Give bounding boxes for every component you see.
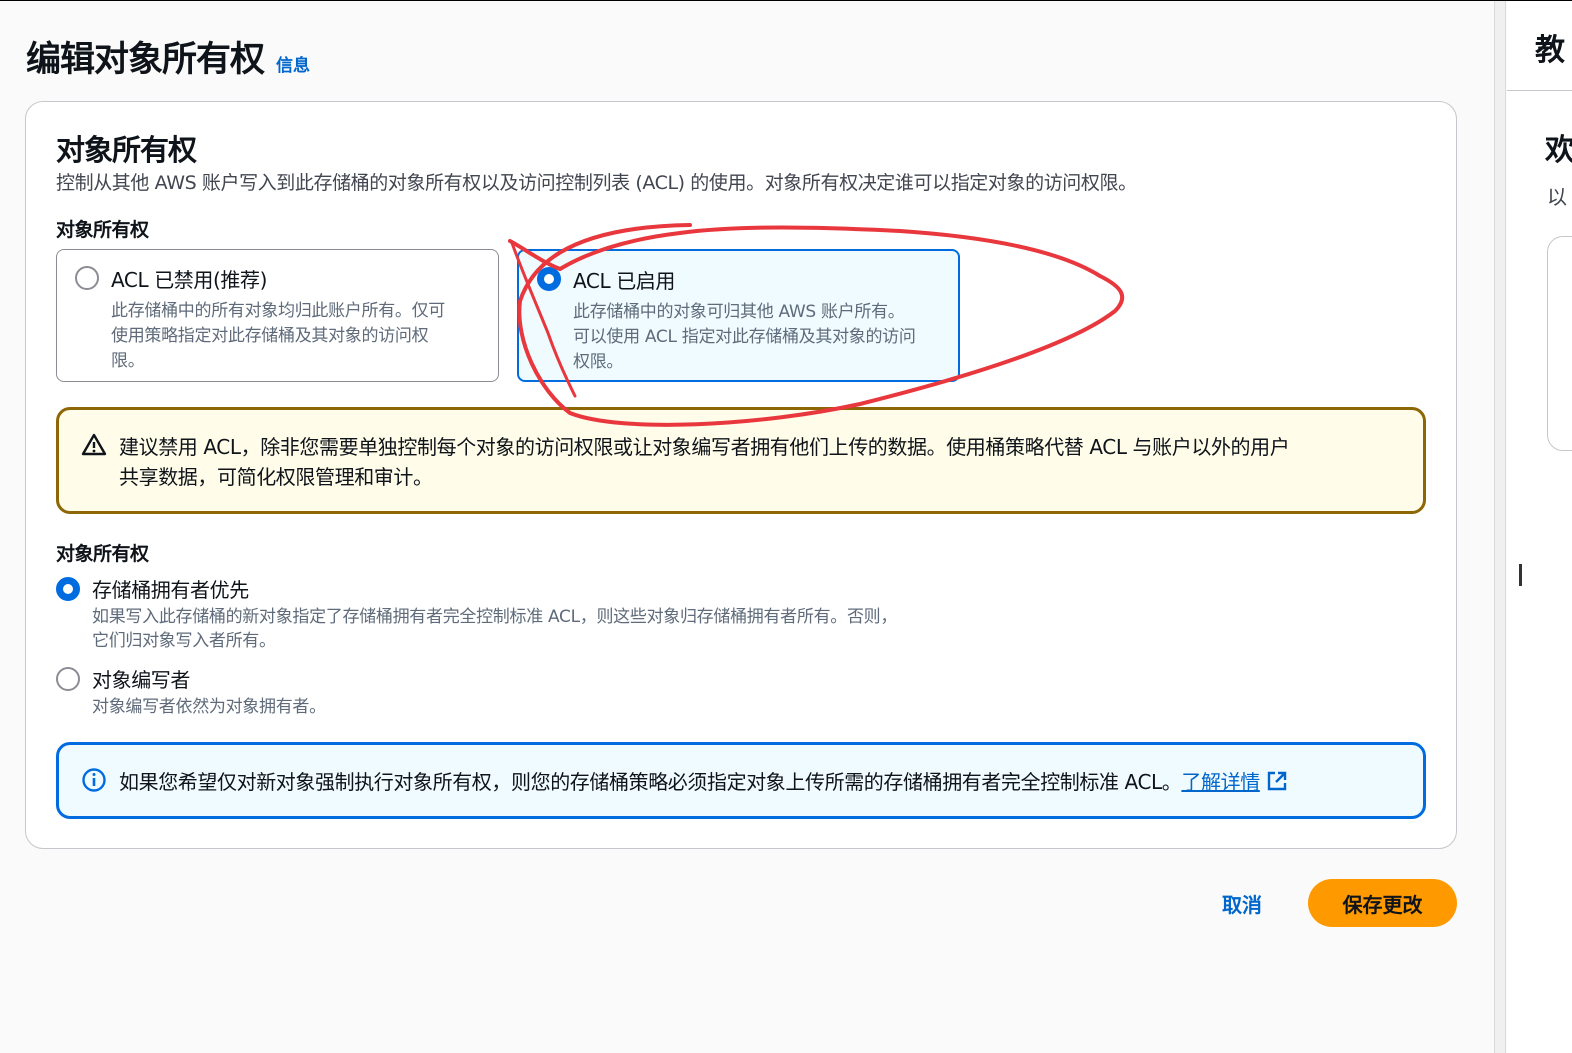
text-cursor-icon — [1519, 564, 1522, 586]
radio-object-writer[interactable] — [56, 667, 80, 691]
option-desc-line: 如果写入此存储桶的新对象指定了存储桶拥有者完全控制标准 ACL，则这些对象归存储… — [92, 607, 898, 627]
option-description: 如果写入此存储桶的新对象指定了存储桶拥有者完全控制标准 ACL，则这些对象归存储… — [92, 605, 897, 653]
info-link[interactable]: 信息 — [276, 51, 310, 76]
panel-description: 控制从其他 AWS 账户写入到此存储桶的对象所有权以及访问控制列表 (ACL) … — [56, 172, 1137, 194]
side-panel-text: 以 — [1547, 185, 1567, 209]
help-side-panel: 教 欢 以 — [1507, 1, 1572, 1053]
info-circle-icon — [82, 768, 106, 792]
tile-desc-line: 使用策略指定对此存储桶及其对象的访问权 — [111, 326, 429, 346]
external-link-icon[interactable] — [1266, 770, 1288, 792]
page-header: 编辑对象所有权 信息 — [26, 31, 310, 82]
acl-disabled-tile[interactable]: ACL 已禁用(推荐) 此存储桶中的所有对象均归此账户所有。仅可 使用策略指定对… — [56, 249, 499, 382]
side-panel-heading: 欢 — [1545, 133, 1572, 168]
cancel-button[interactable]: 取消 — [1205, 879, 1279, 927]
radio-acl-enabled[interactable] — [537, 267, 561, 291]
tile-desc-line: 可以使用 ACL 指定对此存储桶及其对象的访问 — [573, 327, 916, 347]
warning-line: 建议禁用 ACL，除非您需要单独控制每个对象的访问权限或让对象编写者拥有他们上传… — [119, 435, 1290, 459]
split-panel-divider[interactable] — [1494, 1, 1506, 1053]
option-label: 对象编写者 — [92, 668, 190, 692]
tile-desc-line: 此存储桶中的对象可归其他 AWS 账户所有。 — [573, 302, 905, 322]
panel-title: 对象所有权 — [56, 133, 197, 167]
tile-desc-line: 限。 — [111, 351, 145, 371]
tile-description: 此存储桶中的所有对象均归此账户所有。仅可 使用策略指定对此存储桶及其对象的访问权… — [111, 299, 478, 374]
warning-line: 共享数据，可简化权限管理和审计。 — [119, 465, 433, 489]
option-desc-line: 对象编写者依然为对象拥有者。 — [92, 697, 326, 717]
tile-label: ACL 已启用 — [573, 269, 675, 293]
radio-bucket-owner-preferred[interactable] — [56, 577, 80, 601]
ownership-label: 对象所有权 — [56, 543, 149, 565]
side-panel-card — [1547, 236, 1572, 451]
page-title: 编辑对象所有权 — [26, 40, 265, 80]
tile-desc-line: 此存储桶中的所有对象均归此账户所有。仅可 — [111, 301, 445, 321]
tile-description: 此存储桶中的对象可归其他 AWS 账户所有。 可以使用 ACL 指定对此存储桶及… — [573, 300, 938, 375]
side-panel-title: 教 — [1535, 33, 1565, 68]
warning-alert: 建议禁用 ACL，除非您需要单独控制每个对象的访问权限或让对象编写者拥有他们上传… — [56, 407, 1426, 514]
save-changes-button[interactable]: 保存更改 — [1308, 879, 1457, 927]
side-divider-line — [1507, 90, 1572, 91]
learn-more-link[interactable]: 了解详情 — [1181, 770, 1260, 794]
warning-triangle-icon — [81, 433, 107, 456]
info-text: 如果您希望仅对新对象强制执行对象所有权，则您的存储桶策略必须指定对象上传所需的存… — [119, 767, 1393, 797]
radio-acl-disabled[interactable] — [75, 266, 99, 290]
info-body: 如果您希望仅对新对象强制执行对象所有权，则您的存储桶策略必须指定对象上传所需的存… — [119, 770, 1182, 794]
option-desc-line: 它们归对象写入者所有。 — [92, 631, 276, 651]
tile-label: ACL 已禁用(推荐) — [111, 268, 268, 292]
option-label: 存储桶拥有者优先 — [92, 578, 249, 602]
field-label: 对象所有权 — [56, 219, 149, 241]
info-alert: 如果您希望仅对新对象强制执行对象所有权，则您的存储桶策略必须指定对象上传所需的存… — [56, 742, 1426, 819]
object-ownership-panel: 对象所有权 控制从其他 AWS 账户写入到此存储桶的对象所有权以及访问控制列表 … — [25, 101, 1457, 849]
warning-text: 建议禁用 ACL，除非您需要单独控制每个对象的访问权限或让对象编写者拥有他们上传… — [119, 432, 1393, 492]
tile-desc-line: 权限。 — [573, 352, 624, 372]
option-description: 对象编写者依然为对象拥有者。 — [92, 695, 326, 719]
acl-enabled-tile[interactable]: ACL 已启用 此存储桶中的对象可归其他 AWS 账户所有。 可以使用 ACL … — [517, 249, 960, 382]
